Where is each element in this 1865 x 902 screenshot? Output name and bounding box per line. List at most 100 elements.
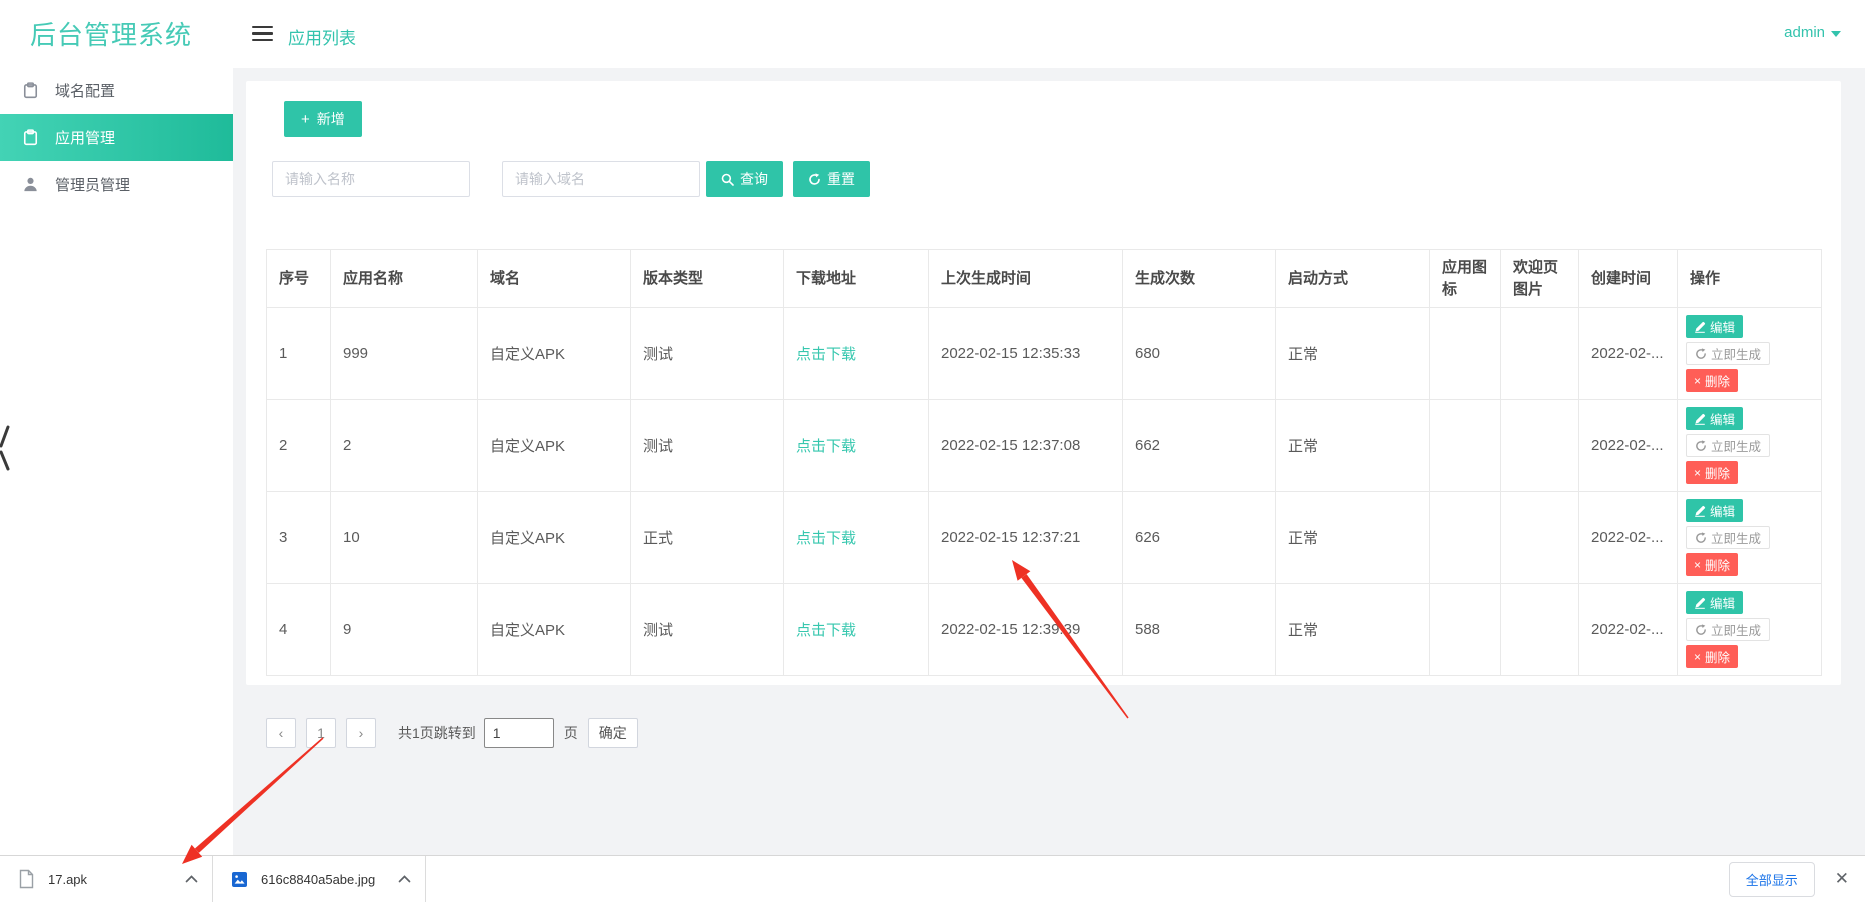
download-item[interactable]: 17.apk — [0, 856, 213, 902]
table-cell: 626 — [1123, 492, 1276, 584]
caret-down-icon — [1831, 31, 1841, 37]
table-cell: 999 — [331, 308, 478, 400]
column-header: 生成次数 — [1123, 250, 1276, 308]
table-cell: 9 — [331, 584, 478, 676]
hamburger-icon[interactable] — [252, 26, 273, 41]
generate-icon — [1695, 440, 1707, 452]
column-header: 下载地址 — [784, 250, 929, 308]
top-bar: 应用列表 admin — [233, 0, 1865, 68]
download-link[interactable]: 点击下载 — [796, 530, 856, 547]
delete-button[interactable]: ×删除 — [1686, 645, 1738, 668]
actions-cell: 编辑立即生成 ×删除 — [1678, 400, 1822, 492]
edit-icon — [1694, 597, 1706, 609]
table-cell: 2022-02-15 12:37:08 — [929, 400, 1123, 492]
chevron-up-icon[interactable] — [398, 875, 411, 883]
app-window: 后台管理系统 域名配置应用管理管理员管理 应用列表 admin + 新增 — [0, 0, 1865, 902]
column-header: 上次生成时间 — [929, 250, 1123, 308]
confirm-button[interactable]: 确定 — [588, 718, 638, 748]
name-search-input[interactable] — [272, 161, 470, 197]
sidebar: 后台管理系统 域名配置应用管理管理员管理 — [0, 0, 233, 856]
show-all-downloads-button[interactable]: 全部显示 — [1729, 862, 1815, 897]
edit-button[interactable]: 编辑 — [1686, 407, 1743, 430]
main-content: + 新增 查询 重置 — [233, 68, 1865, 856]
generate-now-button[interactable]: 立即生成 — [1686, 434, 1770, 457]
table-cell: 正式 — [631, 492, 784, 584]
table-cell: 2022-02-... — [1579, 400, 1678, 492]
table-cell: 680 — [1123, 308, 1276, 400]
query-button[interactable]: 查询 — [706, 161, 783, 197]
sidebar-item-label: 域名配置 — [55, 80, 115, 101]
delete-x-icon: × — [1694, 374, 1701, 388]
table-cell: 正常 — [1276, 400, 1430, 492]
delete-button[interactable]: ×删除 — [1686, 461, 1738, 484]
clipboard-icon — [22, 129, 39, 146]
table-cell: 2022-02-15 12:39:39 — [929, 584, 1123, 676]
sidebar-item-1[interactable]: 域名配置 — [0, 67, 233, 114]
table-cell: 1 — [267, 308, 331, 400]
user-icon — [22, 176, 39, 193]
column-header: 域名 — [478, 250, 631, 308]
edit-button[interactable]: 编辑 — [1686, 591, 1743, 614]
table-cell: 2 — [267, 400, 331, 492]
table-cell: 588 — [1123, 584, 1276, 676]
table-row: 22自定义APK测试点击下载2022-02-15 12:37:08662正常20… — [267, 400, 1822, 492]
search-toolbar: 查询 重置 — [266, 161, 1821, 197]
download-link[interactable]: 点击下载 — [796, 622, 856, 639]
table-cell: 正常 — [1276, 308, 1430, 400]
file-image-icon — [231, 871, 248, 888]
table-row: 310自定义APK正式点击下载2022-02-15 12:37:21626正常2… — [267, 492, 1822, 584]
actions-cell: 编辑立即生成 ×删除 — [1678, 584, 1822, 676]
edit-button[interactable]: 编辑 — [1686, 315, 1743, 338]
column-header: 应用图标 — [1430, 250, 1501, 308]
edit-icon — [1694, 505, 1706, 517]
generate-now-button[interactable]: 立即生成 — [1686, 618, 1770, 641]
prev-page-button[interactable]: ‹ — [266, 718, 296, 748]
sidebar-item-label: 应用管理 — [55, 127, 115, 148]
download-link-cell: 点击下载 — [784, 308, 929, 400]
table-cell — [1501, 400, 1579, 492]
table-cell — [1430, 308, 1501, 400]
close-download-bar-icon[interactable]: ✕ — [1835, 869, 1849, 889]
download-bar-controls: 全部显示 ✕ — [1729, 856, 1865, 902]
table-cell — [1430, 400, 1501, 492]
generate-icon — [1695, 532, 1707, 544]
column-header: 欢迎页图片 — [1501, 250, 1579, 308]
download-item[interactable]: 616c8840a5abe.jpg — [213, 856, 426, 902]
table-cell: 测试 — [631, 584, 784, 676]
content-card: + 新增 查询 重置 — [246, 81, 1841, 685]
table-cell: 2022-02-... — [1579, 308, 1678, 400]
search-icon — [721, 173, 734, 186]
pagination: ‹ 1 › 共1页跳转到 页 确定 — [266, 718, 1821, 748]
refresh-icon — [808, 173, 821, 186]
domain-search-input[interactable] — [502, 161, 700, 197]
edit-icon — [1694, 321, 1706, 333]
download-link[interactable]: 点击下载 — [796, 346, 856, 363]
jump-page-input[interactable] — [484, 718, 554, 748]
table-cell: 4 — [267, 584, 331, 676]
delete-button[interactable]: ×删除 — [1686, 553, 1738, 576]
page-number-button[interactable]: 1 — [306, 718, 336, 748]
column-header: 启动方式 — [1276, 250, 1430, 308]
table-cell — [1430, 492, 1501, 584]
download-link[interactable]: 点击下载 — [796, 438, 856, 455]
reset-button[interactable]: 重置 — [793, 161, 870, 197]
generate-now-button[interactable]: 立即生成 — [1686, 342, 1770, 365]
table-row: 1999自定义APK测试点击下载2022-02-15 12:35:33680正常… — [267, 308, 1822, 400]
table-cell: 10 — [331, 492, 478, 584]
plus-icon: + — [301, 111, 310, 128]
edit-icon — [1694, 413, 1706, 425]
generate-now-button[interactable]: 立即生成 — [1686, 526, 1770, 549]
delete-button[interactable]: ×删除 — [1686, 369, 1738, 392]
user-dropdown[interactable]: admin — [1784, 24, 1841, 41]
table-cell: 自定义APK — [478, 308, 631, 400]
table-cell: 2022-02-... — [1579, 584, 1678, 676]
sidebar-item-3[interactable]: 管理员管理 — [0, 161, 233, 208]
table-cell: 2 — [331, 400, 478, 492]
sidebar-item-2[interactable]: 应用管理 — [0, 114, 233, 161]
edit-button[interactable]: 编辑 — [1686, 499, 1743, 522]
delete-x-icon: × — [1694, 650, 1701, 664]
add-button[interactable]: + 新增 — [284, 101, 362, 137]
table-cell — [1501, 308, 1579, 400]
next-page-button[interactable]: › — [346, 718, 376, 748]
chevron-up-icon[interactable] — [185, 875, 198, 883]
